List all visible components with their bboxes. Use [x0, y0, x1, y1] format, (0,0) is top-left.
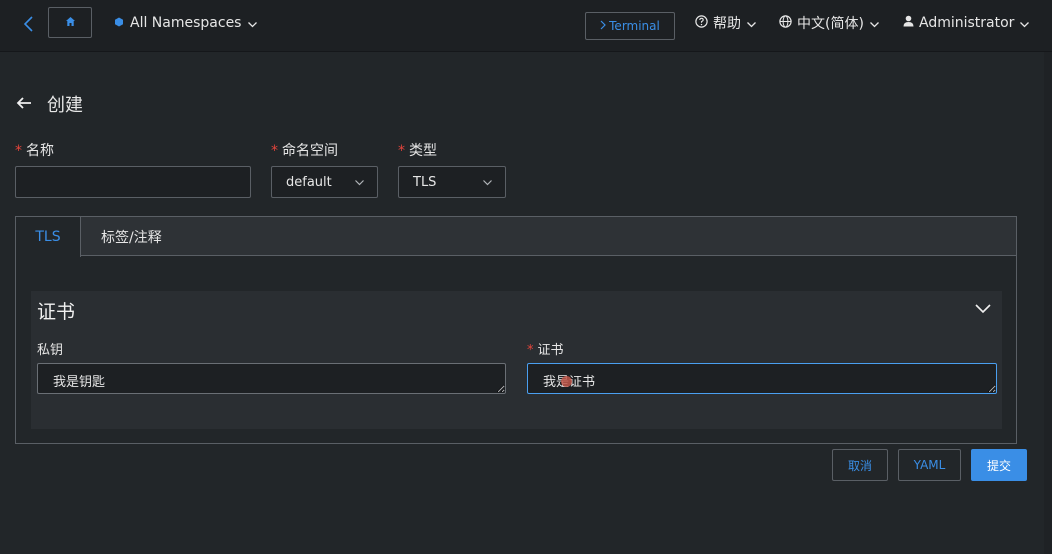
name-input[interactable]: [15, 166, 251, 198]
yaml-button[interactable]: YAML: [898, 449, 961, 481]
tabs-panel: TLS 标签/注释 证书 私钥 *证书: [15, 216, 1017, 444]
arrow-left-icon[interactable]: [15, 94, 33, 112]
home-icon: [65, 15, 76, 31]
certificate-label: * 证书: [527, 343, 564, 358]
submit-button[interactable]: 提交: [971, 449, 1027, 481]
page-title: 创建: [47, 95, 83, 116]
chevron-down-icon: [247, 18, 258, 29]
user-label: Administrator: [919, 15, 1015, 31]
prompt-icon: [600, 19, 606, 33]
type-select[interactable]: TLS: [398, 166, 506, 198]
namespace-label: * 命名空间: [271, 143, 338, 159]
scrollbar-track[interactable]: [1044, 52, 1052, 554]
user-menu[interactable]: Administrator: [903, 12, 1030, 34]
chevron-down-icon[interactable]: [974, 301, 992, 315]
certificate-section: 证书 私钥 *证书: [31, 291, 1002, 429]
tab-bar: TLS 标签/注释: [16, 217, 1016, 257]
chevron-left-icon[interactable]: [20, 14, 38, 34]
language-label: 中文(简体): [797, 16, 864, 32]
terminal-label: Terminal: [609, 19, 660, 33]
type-label: * 类型: [398, 143, 437, 159]
type-select-value: TLS: [413, 174, 437, 190]
chevron-down-icon: [1019, 18, 1030, 29]
home-button[interactable]: [48, 7, 92, 38]
chevron-down-icon: [869, 18, 880, 29]
name-label: * 名称: [15, 143, 54, 159]
required-mark: *: [527, 343, 534, 358]
terminal-button[interactable]: Terminal: [585, 12, 675, 40]
required-mark: *: [271, 143, 278, 159]
required-mark: *: [15, 143, 22, 159]
user-icon: [903, 15, 914, 31]
chevron-down-icon: [482, 177, 493, 188]
chevron-down-icon: [746, 18, 757, 29]
tab-tls[interactable]: TLS: [16, 217, 81, 257]
namespace-icon: [114, 15, 124, 31]
private-key-label: 私钥: [37, 343, 64, 358]
help-label: 帮助: [713, 16, 741, 32]
top-bar: All Namespaces Terminal 帮助 中文(简体) Admini…: [0, 0, 1052, 52]
language-menu[interactable]: 中文(简体): [779, 12, 880, 34]
private-key-textarea[interactable]: [37, 363, 506, 394]
section-title: 证书: [37, 301, 76, 323]
chevron-down-icon: [354, 177, 365, 188]
tab-labels-annotations[interactable]: 标签/注释: [101, 217, 162, 256]
help-menu[interactable]: 帮助: [695, 12, 757, 34]
certificate-textarea[interactable]: [527, 363, 997, 394]
help-icon: [695, 14, 708, 32]
globe-icon: [779, 14, 792, 32]
namespace-select-value: default: [286, 174, 332, 190]
cancel-button[interactable]: 取消: [832, 449, 888, 481]
namespace-select[interactable]: default: [271, 166, 378, 198]
namespace-label: All Namespaces: [130, 15, 242, 31]
namespace-selector[interactable]: All Namespaces: [114, 12, 258, 34]
required-mark: *: [398, 143, 405, 159]
mouse-cursor-indicator: [561, 376, 572, 387]
